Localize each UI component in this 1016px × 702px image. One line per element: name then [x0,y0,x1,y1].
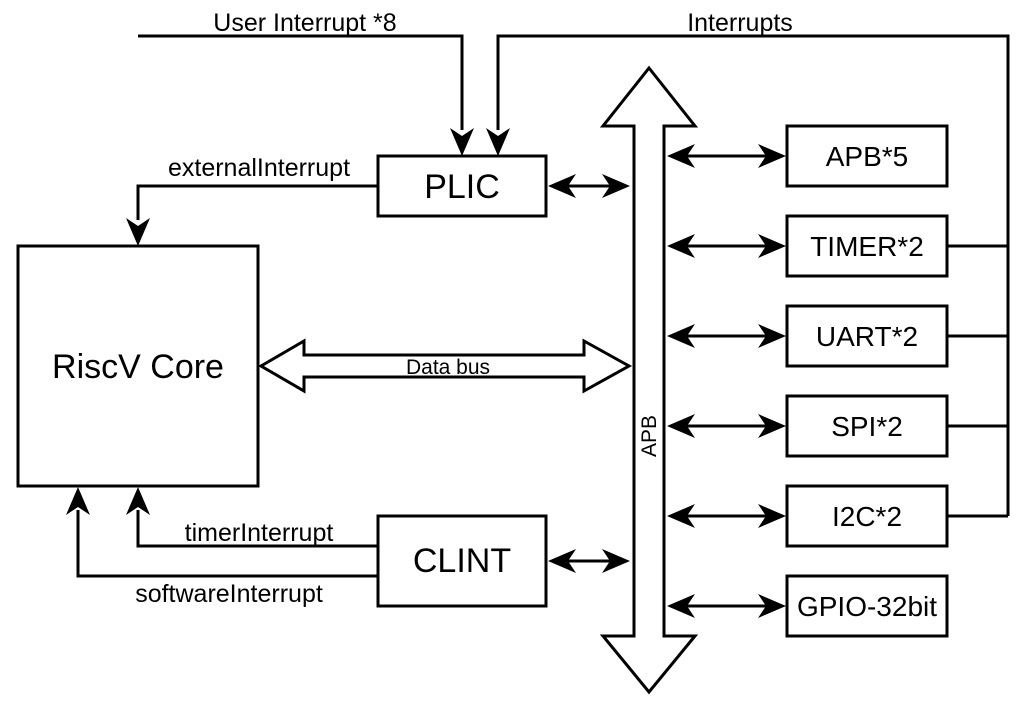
timer-interrupt-label: timerInterrupt [185,519,334,547]
external-interrupt-label: externalInterrupt [168,154,350,182]
riscv-core-label: RiscV Core [52,348,224,386]
user-interrupt-label: User Interrupt *8 [213,9,396,37]
plic-label: PLIC [424,168,500,206]
data-bus-arrow: Data bus [258,338,633,394]
arrowhead-icon [126,218,150,246]
external-interrupt-wire [126,184,378,246]
peripheral-gpio-32bit[interactable]: GPIO-32bit [785,574,949,638]
peripheral-uart-2[interactable]: UART*2 [785,304,949,368]
peripheral-label: TIMER*2 [810,231,924,262]
peripheral-label: GPIO-32bit [797,591,937,622]
software-interrupt-label: softwareInterrupt [135,580,323,608]
peripherals: APB*5 TIMER*2 UART*2 SPI*2 I2C*2 GPIO-32bit [667,124,949,638]
riscv-core-block[interactable]: RiscV Core [16,244,260,488]
apb-link-timer-2 [667,234,786,258]
apb-label: APB [638,415,661,457]
apb-link-apb-5 [667,144,786,168]
interrupts-label: Interrupts [687,9,793,37]
data-bus-label: Data bus [406,356,490,379]
apb-link-spi-2 [667,414,786,438]
user-interrupt-wire [138,34,474,156]
diagram-canvas: User Interrupt *8 Interrupts externalInt… [16,9,1010,695]
peripheral-apb-5[interactable]: APB*5 [785,124,949,188]
apb-link-uart-2 [667,324,786,348]
apb-link-gpio-32bit [667,594,786,618]
arrowhead-icon [486,128,510,156]
peripheral-timer-2[interactable]: TIMER*2 [785,214,949,278]
plic-block[interactable]: PLIC [376,154,548,218]
peripheral-label: UART*2 [816,321,918,352]
peripheral-i2c-2[interactable]: I2C*2 [785,484,949,548]
peripheral-label: I2C*2 [832,501,902,532]
clint-apb-link [548,549,630,573]
peripheral-spi-2[interactable]: SPI*2 [785,394,949,458]
peripheral-label: SPI*2 [831,411,903,442]
apb-link-i2c-2 [667,504,786,528]
clint-label: CLINT [413,542,511,580]
clint-block[interactable]: CLINT [376,514,548,608]
arrowhead-icon [450,128,474,156]
plic-apb-link [548,174,630,198]
peripheral-label: APB*5 [826,141,909,172]
